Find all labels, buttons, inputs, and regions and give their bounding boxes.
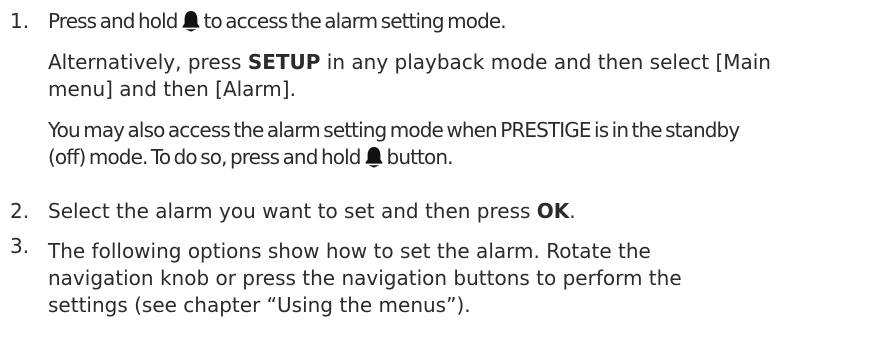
step-number-2: 2. <box>10 199 30 223</box>
alternative-rest: in any playback mode and then select [Ma… <box>320 50 771 74</box>
step-1-alternative-line-1: Alternatively, press SETUP in any playba… <box>48 49 771 75</box>
step-3-line-2: navigation knob or press the navigation … <box>48 266 682 290</box>
step-2-line-1: Select the alarm you want to set and the… <box>48 198 576 224</box>
step-1-alternative-line-2: menu] and then [Alarm]. <box>48 77 296 101</box>
step-3-line-3: settings (see chapter “Using the menus”)… <box>48 293 471 317</box>
ok-keyword: OK <box>536 199 570 223</box>
step-1-standby-line-1: You may also access the alarm setting mo… <box>48 118 740 142</box>
step-1-text-before-icon: Press and hold <box>48 9 178 33</box>
step-2-text-after: . <box>569 199 576 223</box>
step-1-text-after-icon: to access the alarm setting mode. <box>203 9 507 33</box>
step-3-line-1: The following options show how to set th… <box>48 239 651 263</box>
alarm-bell-icon <box>182 10 200 32</box>
step-number-1: 1. <box>10 9 30 33</box>
standby-text-before-icon: (off) mode. To do so, press and hold <box>48 145 361 169</box>
step-number-3: 3. <box>10 234 30 258</box>
step-2-text-before: Select the alarm you want to set and the… <box>48 199 537 223</box>
setup-keyword: SETUP <box>247 50 321 74</box>
alternative-prefix: Alternatively, press <box>48 50 248 74</box>
alarm-bell-icon <box>365 146 383 168</box>
standby-text-after-icon: button. <box>386 145 454 169</box>
step-1-standby-line-2: (off) mode. To do so, press and hold butt… <box>48 144 453 170</box>
step-1-line-1: Press and hold to access the alarm settin… <box>48 8 507 34</box>
